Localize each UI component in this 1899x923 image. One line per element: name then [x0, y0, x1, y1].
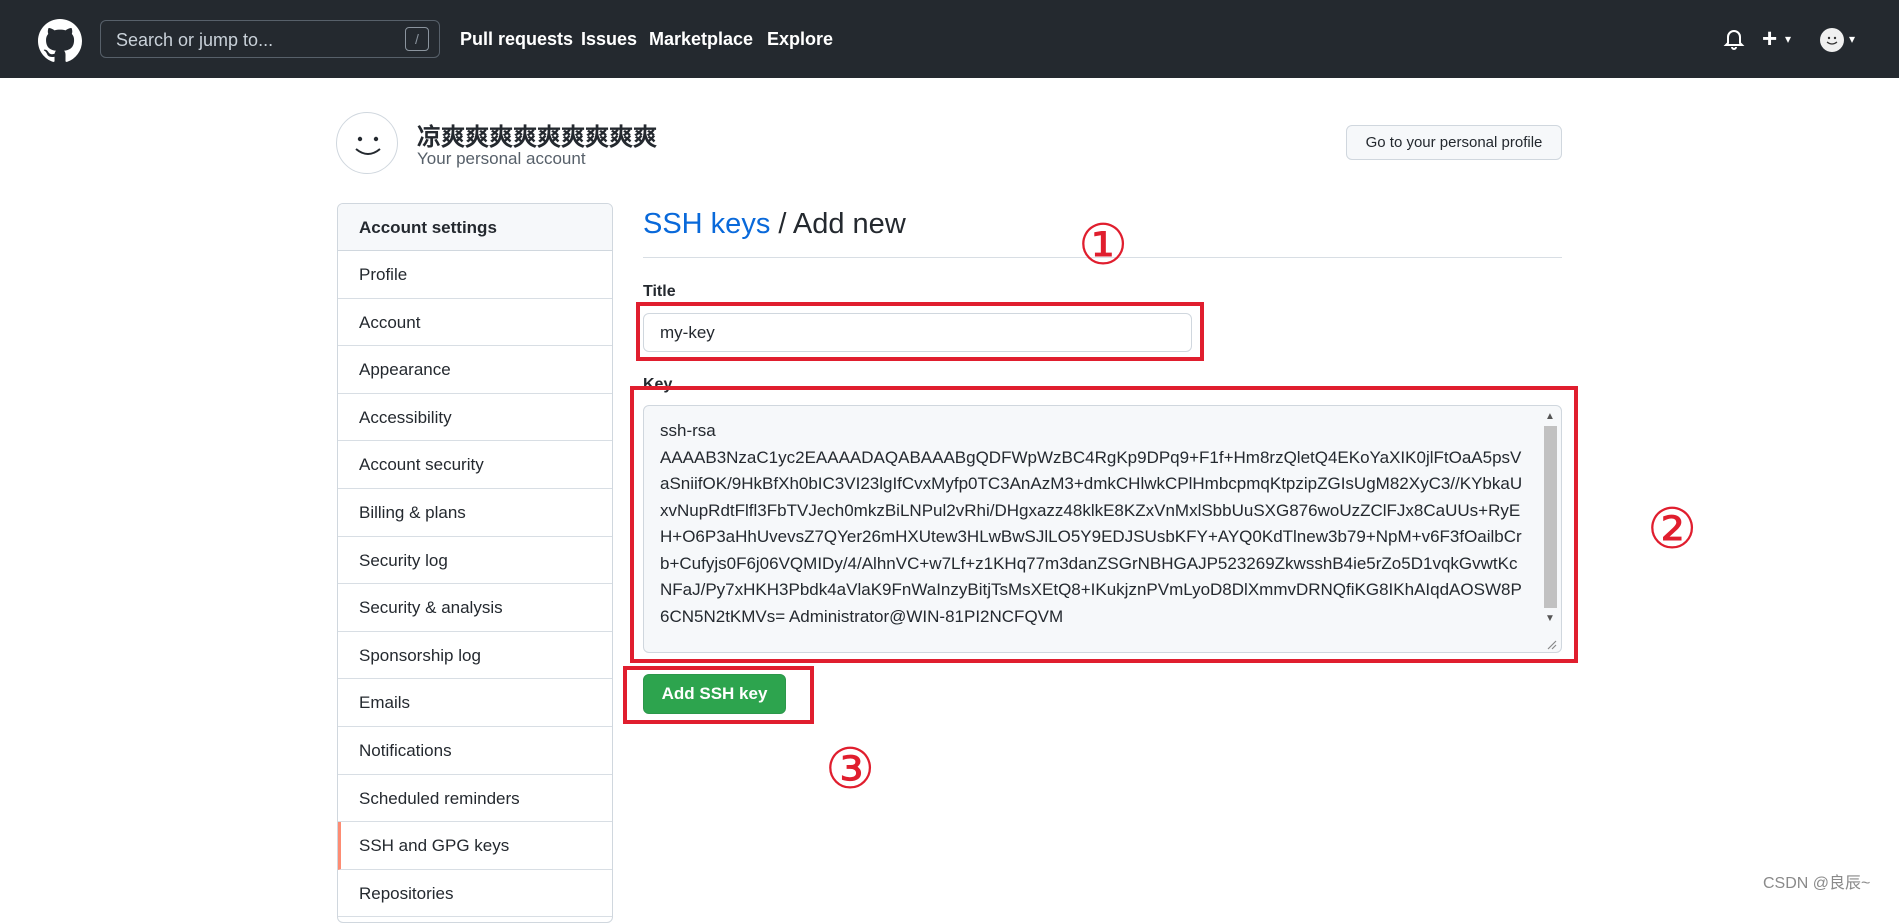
nav-issues[interactable]: Issues — [581, 29, 637, 50]
page-title: SSH keys / Add new — [643, 208, 906, 241]
smiley-icon — [1826, 36, 1838, 45]
sidebar-item-security-analysis[interactable]: Security & analysis — [338, 584, 612, 632]
sidebar-item-scheduled-reminders[interactable]: Scheduled reminders — [338, 775, 612, 823]
sidebar-item-billing[interactable]: Billing & plans — [338, 489, 612, 537]
settings-sidebar: Account settings Profile Account Appeara… — [337, 203, 613, 923]
breadcrumb-current: / Add new — [770, 208, 906, 240]
ssh-keys-link[interactable]: SSH keys — [643, 208, 770, 240]
sidebar-item-security-log[interactable]: Security log — [338, 537, 612, 585]
personal-profile-button[interactable]: Go to your personal profile — [1346, 125, 1562, 160]
sidebar-item-profile[interactable]: Profile — [338, 251, 612, 299]
top-navbar: Search or jump to... / Pull requests Iss… — [0, 0, 1899, 78]
search-input[interactable]: Search or jump to... / — [100, 20, 440, 58]
sidebar-heading: Account settings — [338, 204, 612, 251]
sidebar-item-account[interactable]: Account — [338, 299, 612, 347]
account-avatar — [336, 112, 398, 174]
sidebar-item-repositories[interactable]: Repositories — [338, 870, 612, 918]
annotation-number-1: ① — [1078, 213, 1129, 278]
slash-shortcut-icon: / — [405, 27, 429, 51]
sidebar-item-emails[interactable]: Emails — [338, 679, 612, 727]
sidebar-item-sponsorship-log[interactable]: Sponsorship log — [338, 632, 612, 680]
nav-explore[interactable]: Explore — [767, 29, 833, 50]
sidebar-item-ssh-gpg-keys[interactable]: SSH and GPG keys — [338, 822, 612, 870]
avatar[interactable] — [1820, 28, 1844, 52]
annotation-number-2: ② — [1647, 497, 1698, 562]
smiley-icon — [355, 136, 381, 155]
chevron-down-icon[interactable]: ▾ — [1785, 32, 1791, 46]
nav-marketplace[interactable]: Marketplace — [649, 29, 753, 50]
sidebar-item-appearance[interactable]: Appearance — [338, 346, 612, 394]
annotation-number-3: ③ — [825, 737, 876, 802]
sidebar-item-accessibility[interactable]: Accessibility — [338, 394, 612, 442]
account-name: 凉爽爽爽爽爽爽爽爽爽 — [417, 124, 657, 151]
github-logo-icon[interactable] — [38, 19, 82, 63]
sidebar-item-account-security[interactable]: Account security — [338, 441, 612, 489]
title-label: Title — [643, 283, 676, 300]
watermark: CSDN @良辰~ — [1763, 875, 1871, 892]
account-subtitle: Your personal account — [417, 149, 586, 168]
bell-icon[interactable] — [1722, 27, 1746, 51]
sidebar-item-notifications[interactable]: Notifications — [338, 727, 612, 775]
annotation-box-title — [636, 302, 1204, 361]
nav-pull-requests[interactable]: Pull requests — [460, 29, 573, 50]
search-placeholder: Search or jump to... — [116, 30, 274, 50]
chevron-down-icon[interactable]: ▾ — [1849, 32, 1855, 46]
annotation-box-key — [630, 386, 1578, 663]
plus-icon[interactable]: + — [1762, 25, 1777, 51]
annotation-box-button — [623, 666, 814, 724]
